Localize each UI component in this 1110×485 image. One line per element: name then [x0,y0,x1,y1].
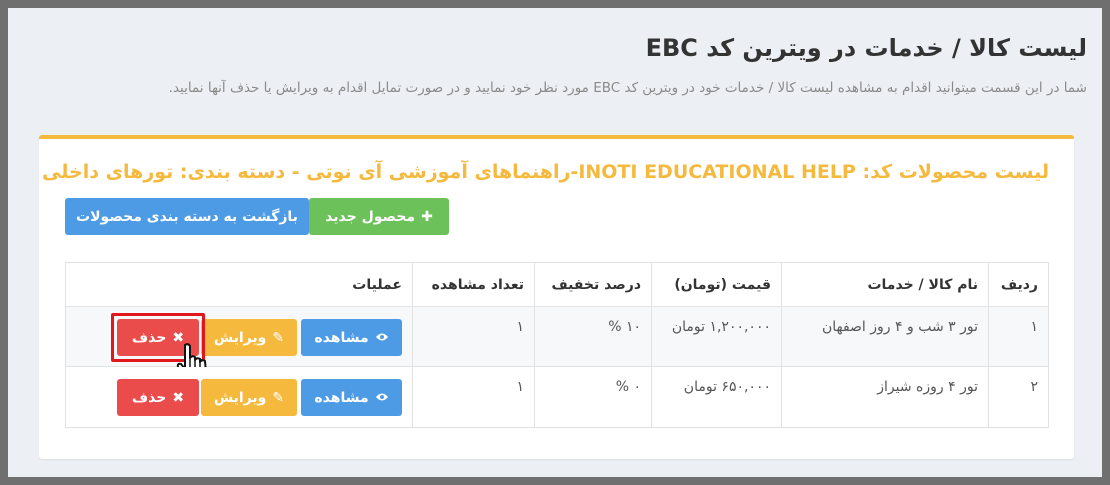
table-header: ردیف نام کالا / خدمات قیمت (تومان) درصد … [66,263,1048,307]
back-to-categories-label: بازگشت به دسته بندی محصولات [76,208,298,225]
view-button[interactable]: مشاهده [301,379,402,416]
delete-label: حذف [131,389,167,406]
view-label: مشاهده [314,389,369,406]
row-discount: ۰ % [534,367,651,427]
content-area: لیست کالا / خدمات در ویترین کد EBC شما د… [8,8,1102,477]
box-title: لیست محصولات کد: INOTI EDUCATIONAL HELP-… [42,161,1049,183]
header-operations: عملیات [352,276,402,293]
row-discount: ۱۰ % [534,307,651,366]
delete-button[interactable]: ✖ حذف [117,379,199,416]
row-views: ۱ [412,307,534,366]
page-title: لیست کالا / خدمات در ویترین کد EBC [645,34,1087,62]
row-operations: مشاهده ✎ ویرایش ✖ حذف [66,307,412,385]
pencil-icon: ✎ [272,329,285,346]
products-box: لیست محصولات کد: INOTI EDUCATIONAL HELP-… [39,135,1074,459]
edit-button[interactable]: ✎ ویرایش [201,319,297,356]
header-views: تعداد مشاهده [412,263,534,306]
products-table: ردیف نام کالا / خدمات قیمت (تومان) درصد … [65,262,1049,428]
back-to-categories-button[interactable]: بازگشت به دسته بندی محصولات [65,198,309,235]
page-description: شما در این قسمت میتوانید اقدام به مشاهده… [168,80,1087,96]
pencil-icon: ✎ [272,389,285,406]
row-index: ۱ [988,307,1048,366]
times-icon: ✖ [172,389,185,406]
new-product-button[interactable]: ✚ محصول جدید [309,198,449,235]
eye-icon [375,390,389,406]
row-name: تور ۳ شب و ۴ روز اصفهان [781,307,988,366]
header-price: قیمت (تومان) [651,263,781,306]
view-button[interactable]: مشاهده [301,319,402,356]
row-index: ۲ [988,367,1048,427]
row-price: ۶۵۰,۰۰۰ تومان [651,367,781,427]
edit-label: ویرایش [213,389,267,406]
eye-icon [375,330,389,346]
table-row: ۱ تور ۳ شب و ۴ روز اصفهان ۱,۲۰۰,۰۰۰ توما… [66,307,1048,385]
edit-label: ویرایش [213,329,267,346]
row-name: تور ۴ روزه شیراز [781,367,988,427]
row-price: ۱,۲۰۰,۰۰۰ تومان [651,307,781,366]
new-product-label: محصول جدید [325,208,416,225]
row-operations: مشاهده ✎ ویرایش ✖ حذف [66,367,412,427]
plus-icon: ✚ [421,208,433,225]
header-name: نام کالا / خدمات [781,263,988,306]
view-label: مشاهده [314,329,369,346]
header-index: ردیف [988,263,1048,306]
header-discount: درصد تخفیف [534,263,651,306]
row-views: ۱ [412,367,534,427]
table-row: ۲ تور ۴ روزه شیراز ۶۵۰,۰۰۰ تومان ۰ % ۱ م… [66,367,1048,427]
edit-button[interactable]: ✎ ویرایش [201,379,297,416]
